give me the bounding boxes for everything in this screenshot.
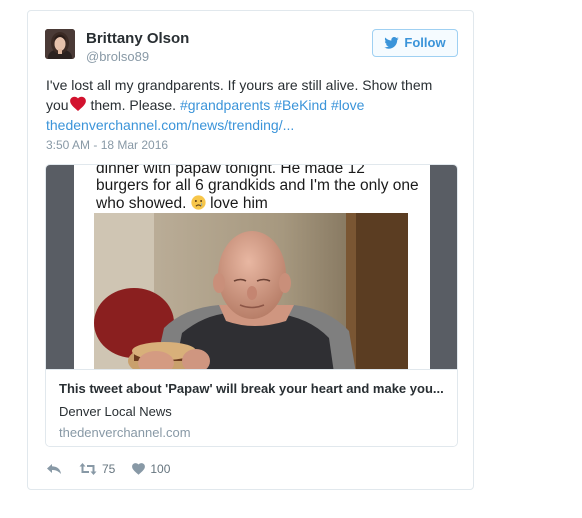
grandpa-eating-burger-photo [94, 213, 408, 369]
tweet-link[interactable]: thedenverchannel.com/news/trending/... [46, 117, 294, 133]
avatar[interactable] [45, 29, 75, 59]
image-caption-line-3a: who showed. [96, 195, 187, 212]
image-caption-line-3: who showed. love him [96, 194, 268, 213]
red-heart-icon [69, 96, 86, 111]
embedded-tweet: Brittany Olson @brolso89 Follow I've los… [27, 10, 474, 490]
card-body[interactable]: This tweet about 'Papaw' will break your… [46, 369, 457, 446]
author-handle[interactable]: @brolso89 [86, 49, 149, 65]
card-image[interactable]: dinner with papaw tonight. He made 12 bu… [46, 165, 457, 369]
follow-button[interactable]: Follow [372, 29, 458, 57]
image-caption-line-2: burgers for all 6 grandkids and I'm the … [96, 177, 419, 194]
card-description: Denver Local News [59, 404, 172, 419]
retweet-button[interactable]: 75 [79, 462, 115, 476]
grandpa-photo [94, 213, 408, 369]
tweet-actions: 75 100 [46, 460, 187, 478]
crying-face-emoji-icon [191, 195, 206, 210]
retweet-count: 75 [102, 462, 116, 476]
like-button[interactable]: 100 [132, 462, 170, 476]
avatar-photo [45, 29, 75, 59]
follow-label: Follow [404, 35, 446, 50]
heart-icon [132, 463, 146, 475]
reply-icon [47, 464, 61, 474]
image-caption-line-3b: love him [205, 195, 268, 212]
hashtag-love[interactable]: #love [331, 97, 364, 113]
twitter-bird-icon [384, 37, 400, 49]
retweet-icon [79, 463, 97, 475]
tweet-screenshot-image: dinner with papaw tonight. He made 12 bu… [74, 165, 430, 369]
card-title[interactable]: This tweet about 'Papaw' will break your… [59, 380, 449, 397]
tweet-text: I've lost all my grandparents. If yours … [46, 75, 456, 135]
author-name[interactable]: Brittany Olson [86, 30, 189, 48]
hashtag-grandparents[interactable]: #grandparents [180, 97, 270, 113]
hashtag-bekind[interactable]: #BeKind [274, 97, 327, 113]
reply-button[interactable] [46, 462, 62, 476]
tweet-timestamp[interactable]: 3:50 AM - 18 Mar 2016 [46, 137, 168, 153]
like-count: 100 [150, 462, 171, 476]
link-card[interactable]: dinner with papaw tonight. He made 12 bu… [45, 164, 458, 447]
tweet-text-part2: them. Please. [86, 97, 180, 113]
card-domain: thedenverchannel.com [59, 425, 191, 440]
